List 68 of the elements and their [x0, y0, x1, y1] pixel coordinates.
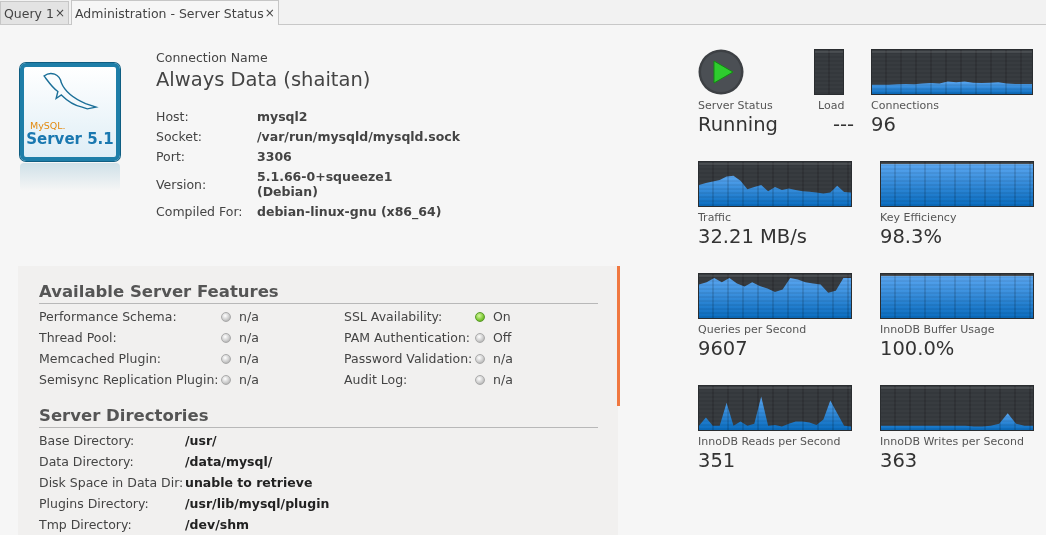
feature-label: Memcached Plugin:	[39, 350, 163, 367]
logo-edition: Server 5.1	[26, 131, 114, 148]
field-label: Port:	[156, 149, 186, 164]
tile-value: 351	[698, 449, 737, 472]
tile-label: Load	[818, 99, 845, 112]
tile-value: 96	[871, 113, 897, 136]
feature-value: n/a	[239, 308, 260, 325]
tile-label: Traffic	[698, 211, 733, 224]
feature-label: PAM Authentication:	[344, 329, 472, 346]
feature-value: n/a	[239, 350, 260, 367]
tab-label: Administration - Server Status	[75, 5, 264, 21]
feature-label: SSL Availability:	[344, 308, 444, 325]
section-title: Server Directories	[39, 406, 598, 428]
field-value: debian-linux-gnu (x86_64)	[257, 204, 443, 219]
feature-label: Semisync Replication Plugin:	[39, 371, 220, 388]
load-meter	[814, 49, 844, 95]
tile-label: Server Status	[698, 99, 774, 112]
tile-value: 98.3%	[880, 225, 943, 248]
tile-label: InnoDB Writes per Second	[880, 435, 1025, 448]
connection-caption: Connection Name	[156, 50, 269, 65]
feature-label: Performance Schema:	[39, 308, 178, 325]
tile-value: 32.21 MB/s	[698, 225, 808, 248]
field-label: Version:	[156, 176, 208, 192]
directory-value: /dev/shm	[185, 516, 251, 533]
directory-label: Disk Space in Data Dir:	[39, 474, 185, 491]
field-value: /var/run/mysqld/mysqld.sock	[257, 129, 461, 144]
feature-value: n/a	[493, 371, 513, 388]
directory-value: /data/mysql/	[185, 453, 274, 470]
directory-label: Data Directory:	[39, 453, 135, 470]
tile-value: Running	[698, 113, 779, 136]
feature-label: Thread Pool:	[39, 329, 118, 346]
field-label: Host:	[156, 109, 190, 124]
directory-label: Tmp Directory:	[39, 516, 133, 533]
close-icon[interactable]: ×	[264, 6, 275, 20]
tile-label: InnoDB Reads per Second	[698, 435, 842, 448]
field-value: 5.1.66-0+squeeze1 (Debian)	[257, 169, 394, 199]
directory-label: Plugins Directory:	[39, 495, 150, 512]
field-value: 3306	[257, 149, 293, 164]
feature-value: n/a	[239, 371, 260, 388]
tile-label: Key Efficiency	[880, 211, 958, 224]
field-value: mysql2	[257, 109, 309, 124]
tile-value: 9607	[698, 337, 749, 360]
feature-value: n/a	[239, 329, 260, 346]
feature-value: Off	[493, 329, 513, 346]
feature-value: n/a	[493, 350, 513, 367]
logo-brand: MySQL.	[30, 121, 66, 131]
field-label: Compiled For:	[156, 204, 244, 219]
directory-value: unable to retrieve	[185, 474, 314, 491]
close-icon[interactable]: ×	[54, 6, 65, 20]
play-icon	[698, 49, 744, 95]
field-label: Socket:	[156, 129, 204, 144]
directory-label: Base Directory:	[39, 432, 136, 449]
tab[interactable]: Query 1×	[0, 1, 69, 24]
feature-value: On	[493, 308, 512, 325]
feature-label: Audit Log:	[344, 371, 409, 388]
directory-value: /usr/	[185, 432, 218, 449]
connection-name: Always Data (shaitan)	[156, 68, 372, 91]
tile-value: 363	[880, 449, 919, 472]
directory-value: /usr/lib/mysql/plugin	[185, 495, 331, 512]
feature-label: Password Validation:	[344, 350, 474, 367]
tab-label: Query 1	[4, 5, 54, 21]
tile-label: InnoDB Buffer Usage	[880, 323, 996, 336]
tile-label: Connections	[871, 99, 940, 112]
tab[interactable]: Administration - Server Status×	[71, 0, 279, 25]
tile-value: ---	[832, 113, 854, 136]
tile-label: Queries per Second	[698, 323, 808, 336]
tile-value: 100.0%	[880, 337, 956, 360]
section-title: Available Server Features	[39, 282, 598, 304]
